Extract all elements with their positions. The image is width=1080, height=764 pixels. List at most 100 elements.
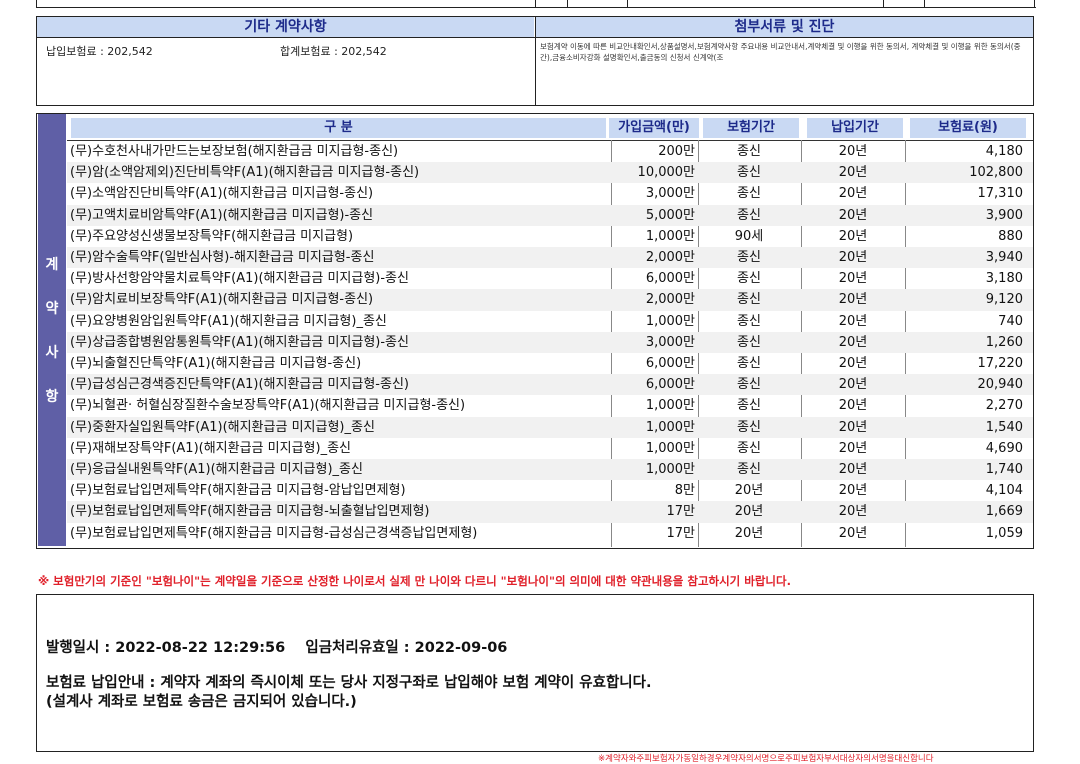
coverage-amount: 1,000만 <box>645 228 695 244</box>
payment-period: 20년 <box>838 398 868 414</box>
premium-amount: 3,900 <box>985 207 1023 223</box>
col-period: 보험기간 <box>703 118 799 138</box>
payment-period: 20년 <box>838 419 868 435</box>
col-premium: 보험료(원) <box>910 118 1026 138</box>
payment-period: 20년 <box>838 313 868 329</box>
coverage-period: 90세 <box>734 228 764 244</box>
table-row: (무)암수술특약F(일반심사형)-해지환급금 미지급형-종신 2,000만 종신 20… <box>67 247 1033 269</box>
coverage-period: 20년 <box>734 525 764 541</box>
coverage-period: 종신 <box>737 398 761 414</box>
coverage-amount: 6,000만 <box>645 356 695 371</box>
contract-side-label: 계 약 사 항 <box>38 114 66 546</box>
premium-amount: 3,180 <box>985 271 1023 287</box>
coverage-period: 종신 <box>737 377 761 393</box>
table-row: (무)재해보장특약F(A1)(해지환급금 미지급형)_종신 1,000만 종신 20년… <box>67 438 1033 459</box>
col-amount: 가입금액(만) <box>609 118 699 138</box>
table-row: (무)보험료납입면제특약F(해지환급금 미지급형-급성심근경색증납입면제형) 17… <box>67 523 1033 544</box>
coverage-period: 종신 <box>737 165 761 181</box>
side-char: 약 <box>45 301 59 317</box>
premium-amount: 4,104 <box>985 483 1023 499</box>
coverage-amount: 3,000만 <box>645 334 695 350</box>
premium-amount: 740 <box>998 313 1023 329</box>
payment-period: 20년 <box>838 186 868 202</box>
premium-amount: 9,120 <box>985 292 1023 308</box>
table-row: (무)보험료납입면제특약F(해지환급금 미지급형-뇌출혈납입면제형) 17만 20년… <box>67 501 1033 523</box>
insurance-age-notice: ※ 보험만기의 기준인 "보험나이"는 계약일을 기준으로 산정한 나이로서 실… <box>38 574 791 588</box>
table-row: (무)주요양성신생물보장특약F(해지환급금 미지급형) 1,000만 90세 20년 8… <box>67 226 1033 247</box>
coverage-period: 종신 <box>737 186 761 202</box>
coverage-period: 종신 <box>737 462 761 477</box>
coverage-name: (무)재해보장특약F(A1)(해지환급금 미지급형)_종신 <box>70 440 351 456</box>
coverage-amount: 6,000만 <box>645 377 695 393</box>
coverage-period: 종신 <box>737 292 761 308</box>
issue-info-box <box>36 594 1034 752</box>
table-row: (무)소액암진단비특약F(A1)(해지환급금 미지급형-종신) 3,000만 종신 2… <box>67 183 1033 204</box>
premium-amount: 17,220 <box>977 356 1024 371</box>
payment-period: 20년 <box>838 504 868 520</box>
payment-guide-line: (설계사 계좌로 보험료 송금은 금지되어 있습니다.) <box>46 694 357 710</box>
coverage-name: (무)상급종합병원암통원특약F(A1)(해지환급금 미지급형)-종신 <box>70 334 409 350</box>
coverage-period: 종신 <box>737 419 761 435</box>
premium-amount: 1,059 <box>985 525 1023 541</box>
coverage-amount: 200만 <box>658 144 695 159</box>
payment-period: 20년 <box>838 462 868 477</box>
attachments-header: 첨부서류 및 진단 <box>536 17 1033 37</box>
coverage-amount: 5,000만 <box>645 207 695 223</box>
payment-period: 20년 <box>838 250 868 265</box>
premium-amount: 3,940 <box>985 250 1023 265</box>
coverage-name: (무)중환자실입원특약F(A1)(해지환급금 미지급형)_종신 <box>70 419 375 435</box>
table-row: (무)방사선항암약물치료특약F(A1)(해지환급금 미지급형)-종신 6,000만… <box>67 268 1033 289</box>
coverage-name: (무)방사선항암약물치료특약F(A1)(해지환급금 미지급형)-종신 <box>70 271 409 287</box>
premium-amount: 880 <box>998 228 1023 244</box>
table-row: (무)중환자실입원특약F(A1)(해지환급금 미지급형)_종신 1,000만 종신 2… <box>67 416 1033 438</box>
coverage-period: 종신 <box>737 207 761 223</box>
coverage-period: 종신 <box>737 271 761 287</box>
coverage-amount: 1,000만 <box>645 419 695 435</box>
premium-amount: 4,690 <box>985 440 1023 456</box>
coverage-name: (무)응급실내원특약F(A1)(해지환급금 미지급형)_종신 <box>70 462 363 477</box>
payment-period: 20년 <box>838 271 868 287</box>
table-row: (무)응급실내원특약F(A1)(해지환급금 미지급형)_종신 1,000만 종신 20… <box>67 459 1033 481</box>
col-category: 구 분 <box>71 118 606 138</box>
coverage-period: 종신 <box>737 334 761 350</box>
table-row: (무)상급종합병원암통원특약F(A1)(해지환급금 미지급형)-종신 3,000만… <box>67 331 1033 353</box>
total-premium: 합계보험료 : 202,542 <box>280 45 387 58</box>
payment-period: 20년 <box>838 228 868 244</box>
premium-amount: 102,800 <box>969 165 1023 181</box>
coverage-period: 종신 <box>737 144 761 159</box>
coverage-name: (무)급성심근경색증진단특약F(A1)(해지환급금 미지급형-종신) <box>70 377 409 393</box>
coverage-period: 종신 <box>737 356 761 371</box>
coverage-name: (무)암수술특약F(일반심사형)-해지환급금 미지급형-종신 <box>70 250 375 265</box>
coverage-name: (무)암치료비보장특약F(A1)(해지환급금 미지급형-종신) <box>70 292 374 308</box>
payment-period: 20년 <box>838 356 868 371</box>
table-row: (무)고액치료비암특약F(A1)(해지환급금 미지급형)-종신 5,000만 종신 2… <box>67 204 1033 226</box>
payment-guide-line: 보험료 납입안내 : 계약자 계좌의 즉시이체 또는 당사 지정구좌로 납입해야… <box>46 675 652 691</box>
coverage-amount: 8만 <box>674 483 695 499</box>
installment-premium: 납입보험료 : 202,542 <box>46 45 153 58</box>
coverage-amount: 3,000만 <box>645 186 695 202</box>
coverage-name: (무)수호천사내가만드는보장보험(해지환급금 미지급형-종신) <box>70 144 399 159</box>
coverage-amount: 17만 <box>666 504 695 520</box>
table-row: (무)암(소액암제외)진단비특약F(A1)(해지환급금 미지급형-종신) 10,0… <box>67 162 1033 184</box>
premium-amount: 20,940 <box>977 377 1024 393</box>
table-row: (무)암치료비보장특약F(A1)(해지환급금 미지급형-종신) 2,000만 종신 2… <box>67 289 1033 311</box>
payment-period: 20년 <box>838 377 868 393</box>
coverage-amount: 1,000만 <box>645 313 695 329</box>
signature-footnote: ※계약자와주피보험자가동일하경우계약자의서명으로주피보험자부서대상자의서명을대신… <box>598 754 934 764</box>
coverage-period: 종신 <box>737 250 761 265</box>
premium-amount: 1,540 <box>985 419 1023 435</box>
side-char: 계 <box>45 257 59 273</box>
side-char: 항 <box>45 389 59 405</box>
coverage-period: 종신 <box>737 313 761 329</box>
table-row: (무)급성심근경색증진단특약F(A1)(해지환급금 미지급형-종신) 6,000만… <box>67 374 1033 396</box>
issue-datetime: 발행일시 : 2022-08-22 12:29:56 입금처리유효일 : 202… <box>46 640 508 656</box>
coverage-amount: 2,000만 <box>645 250 695 265</box>
table-row: (무)수호천사내가만드는보장보험(해지환급금 미지급형-종신) 200만 종신 20년… <box>67 141 1033 162</box>
table-row: (무)보험료납입면제특약F(해지환급금 미지급형-암납입면제형) 8만 20년 20년… <box>67 480 1033 501</box>
attachments-text: 보험계약 이동에 따른 비교안내확인서,상품설명서,보험계약사항 주요내용 비교… <box>540 42 1021 62</box>
coverage-period: 20년 <box>734 504 764 520</box>
coverage-period: 종신 <box>737 440 761 456</box>
coverage-amount: 1,000만 <box>645 440 695 456</box>
side-char: 사 <box>45 345 59 361</box>
table-row: (무)뇌혈관· 허혈심장질환수술보장특약F(A1)(해지환급금 미지급형-종신)… <box>67 395 1033 416</box>
